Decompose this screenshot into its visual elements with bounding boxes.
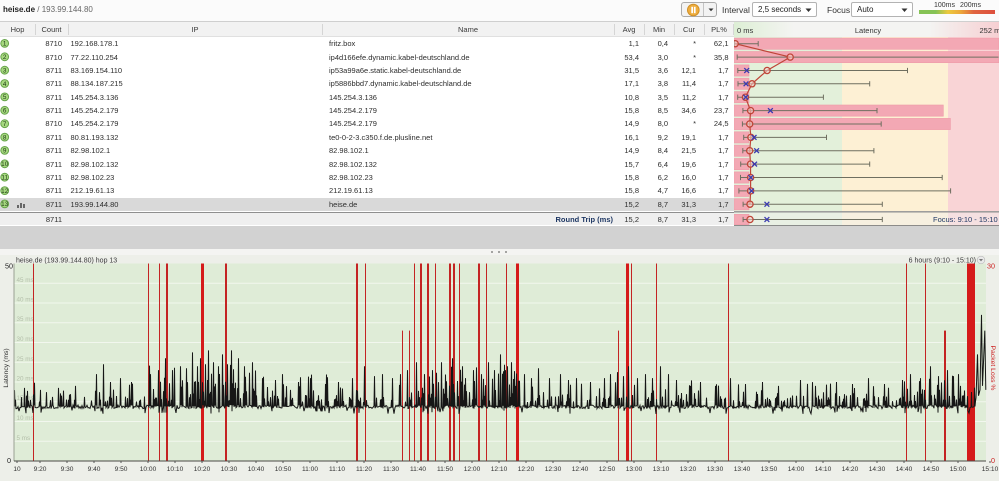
svg-text:13:40: 13:40 <box>734 466 751 473</box>
svg-text:8: 8 <box>3 134 7 141</box>
svg-text:9:20: 9:20 <box>34 466 47 473</box>
svg-text:14:00: 14:00 <box>788 466 805 473</box>
svg-text:14:30: 14:30 <box>869 466 886 473</box>
svg-text:20 ms: 20 ms <box>17 376 34 383</box>
svg-text:40 ms: 40 ms <box>17 297 34 304</box>
svg-text:11:30: 11:30 <box>383 466 399 473</box>
svg-text:12:10: 12:10 <box>491 466 508 473</box>
svg-text:Latency (ms): Latency (ms) <box>3 348 10 387</box>
svg-text:4: 4 <box>3 81 7 88</box>
svg-text:0: 0 <box>7 456 11 465</box>
svg-text:10: 10 <box>13 466 21 473</box>
svg-text:11:50: 11:50 <box>437 466 453 473</box>
svg-text:30: 30 <box>987 262 995 271</box>
svg-text:1: 1 <box>3 41 7 48</box>
svg-text:5 ms: 5 ms <box>17 435 31 442</box>
svg-text:13:50: 13:50 <box>761 466 778 473</box>
svg-text:11:20: 11:20 <box>356 466 372 473</box>
svg-text:5: 5 <box>3 94 7 101</box>
svg-text:25 ms: 25 ms <box>17 356 34 363</box>
svg-text:14:40: 14:40 <box>896 466 913 473</box>
svg-text:14:10: 14:10 <box>815 466 832 473</box>
svg-text:13:10: 13:10 <box>653 466 670 473</box>
svg-text:10: 10 <box>1 161 9 168</box>
svg-text:15:00: 15:00 <box>950 466 967 473</box>
svg-text:10:20: 10:20 <box>194 466 211 473</box>
svg-text:11: 11 <box>1 175 8 182</box>
svg-text:0 ms: 0 ms <box>737 26 754 35</box>
svg-text:6 hours (9:10 - 15:10): 6 hours (9:10 - 15:10) <box>909 258 976 265</box>
svg-text:7: 7 <box>3 121 7 128</box>
svg-text:12:50: 12:50 <box>599 466 616 473</box>
svg-text:14:20: 14:20 <box>842 466 859 473</box>
svg-text:12: 12 <box>1 188 9 195</box>
svg-text:10:50: 10:50 <box>275 466 292 473</box>
svg-text:10 ms: 10 ms <box>17 415 34 422</box>
svg-text:10:40: 10:40 <box>248 466 265 473</box>
svg-text:11:10: 11:10 <box>329 466 345 473</box>
svg-text:30 ms: 30 ms <box>17 336 34 343</box>
svg-text:13:00: 13:00 <box>626 466 643 473</box>
svg-text:252 ms: 252 ms <box>980 26 999 35</box>
svg-text:3: 3 <box>3 68 7 75</box>
svg-text:12:00: 12:00 <box>464 466 481 473</box>
svg-text:50: 50 <box>5 262 13 271</box>
svg-text:13:20: 13:20 <box>680 466 697 473</box>
svg-text:13:30: 13:30 <box>707 466 724 473</box>
svg-text:9:40: 9:40 <box>88 466 101 473</box>
svg-text:6: 6 <box>3 108 7 115</box>
svg-text:35 ms: 35 ms <box>17 316 34 323</box>
svg-text:12:30: 12:30 <box>545 466 562 473</box>
svg-text:9:30: 9:30 <box>61 466 74 473</box>
svg-text:12:40: 12:40 <box>572 466 589 473</box>
svg-text:10:30: 10:30 <box>221 466 238 473</box>
svg-text:11:00: 11:00 <box>302 466 318 473</box>
svg-text:9: 9 <box>3 148 7 155</box>
svg-text:14:50: 14:50 <box>923 466 940 473</box>
svg-text:0: 0 <box>991 456 995 465</box>
svg-text:Packet Loss %: Packet Loss % <box>989 346 996 391</box>
svg-text:11:40: 11:40 <box>410 466 426 473</box>
svg-text:12:20: 12:20 <box>518 466 535 473</box>
svg-text:10:10: 10:10 <box>167 466 184 473</box>
svg-text:45 ms: 45 ms <box>17 277 34 284</box>
svg-text:13: 13 <box>1 201 9 208</box>
svg-text:10:00: 10:00 <box>140 466 157 473</box>
svg-text:heise.de (193.99.144.80) hop 1: heise.de (193.99.144.80) hop 13 <box>16 258 117 265</box>
svg-text:Latency: Latency <box>855 26 882 35</box>
svg-text:2: 2 <box>3 54 7 61</box>
svg-text:9:50: 9:50 <box>115 466 128 473</box>
svg-text:15:10: 15:10 <box>982 466 999 473</box>
